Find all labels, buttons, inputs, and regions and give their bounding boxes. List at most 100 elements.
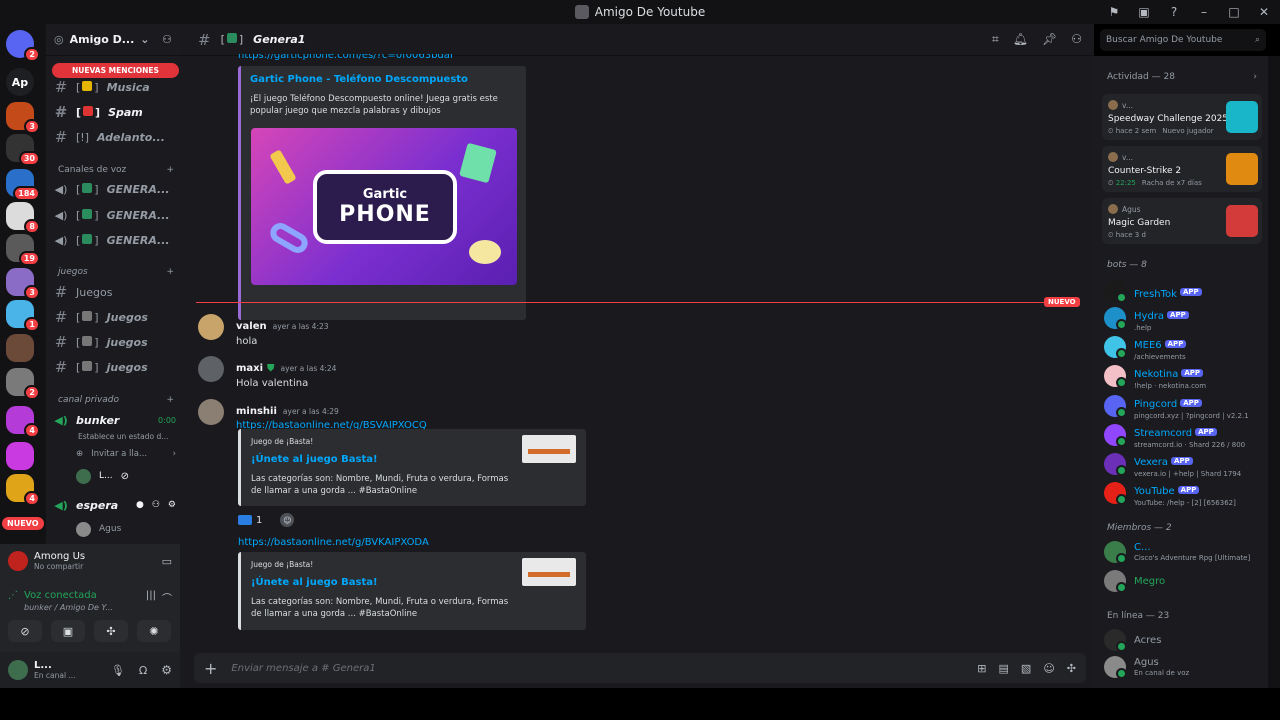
chevron-right-icon[interactable]: › (1253, 72, 1257, 82)
server-icon[interactable]: Ap (6, 68, 34, 96)
bot-member[interactable]: Vexera APP vexera.io | +help | Shard 1794 (1104, 450, 1264, 478)
server-icon[interactable]: 2 (6, 30, 40, 62)
activities-icon[interactable]: ✣ (94, 620, 128, 642)
server-icon[interactable]: 4 (6, 406, 40, 438)
server-icon[interactable]: 3 (6, 102, 40, 134)
add-member-icon[interactable]: ⚇ (162, 33, 172, 46)
headphones-icon[interactable]: Ω (139, 664, 147, 677)
threads-icon[interactable]: ⌗ (992, 32, 999, 47)
bot-member[interactable]: MEE6 APP/achievements (1104, 333, 1264, 361)
message-input[interactable]: Enviar mensaje a # Genera1 (231, 663, 963, 674)
activity-card[interactable]: v... Speedway Challenge 2025 ⏲ hace 2 sem N… (1102, 94, 1262, 140)
new-pill[interactable]: NUEVO (2, 517, 44, 530)
avatar[interactable] (8, 660, 28, 680)
add-channel-icon[interactable]: + (166, 395, 174, 405)
activity-card[interactable]: Agus Magic Garden ⏲ hace 3 d (1102, 198, 1262, 244)
server-icon[interactable]: 184 (6, 169, 40, 201)
bell-icon[interactable]: 🔔︎ (1013, 32, 1028, 47)
games-category[interactable]: juegos + (58, 267, 174, 277)
pin-icon[interactable]: 📌︎ (1042, 32, 1057, 47)
add-member-icon[interactable]: ⚇ (152, 500, 160, 510)
maximize-button[interactable]: □ (1226, 5, 1242, 19)
flag-reaction-icon[interactable] (238, 515, 252, 525)
voice-channel-2[interactable]: ◀) [] GENERA... (54, 204, 176, 226)
avatar[interactable] (198, 399, 224, 425)
voice-channel-1[interactable]: ◀) [] GENERA... (54, 178, 176, 200)
server-header[interactable]: ◎ Amigo D... ⌄ ⚇ (46, 24, 180, 56)
channel-adelantos[interactable]: # [!] Adelanto... (54, 126, 176, 148)
add-attachment-icon[interactable]: + (204, 659, 217, 678)
gear-icon[interactable]: ⚙ (168, 500, 176, 510)
embed-image[interactable]: Gartic PHONE (251, 128, 517, 285)
flag-icon[interactable]: ⚑ (1106, 5, 1122, 19)
soundboard-icon[interactable]: ✺ (137, 620, 171, 642)
bot-member[interactable]: Pingcord APP pingcord.xyz | ?pingcord | v2… (1104, 392, 1264, 420)
bot-member[interactable]: Hydra APP .help (1104, 304, 1264, 332)
add-channel-icon[interactable]: + (166, 267, 174, 277)
channel-musica[interactable]: # [] Musica (54, 76, 176, 98)
members-icon[interactable]: ⚇ (1071, 32, 1082, 47)
noise-icon[interactable]: ||| (146, 590, 156, 612)
message-link[interactable]: https://bastaonline.net/g/BVKAIPXODA (238, 537, 429, 548)
bot-member[interactable]: FreshTok APP (1104, 280, 1264, 303)
channel-juegos-3[interactable]: # [] juegos (54, 331, 176, 353)
embed-thumbnail[interactable] (522, 435, 576, 463)
message-author[interactable]: minshii (236, 406, 277, 417)
member[interactable]: Agus En canal de voz (1104, 656, 1264, 679)
voice-category[interactable]: Canales de voz + (58, 165, 174, 175)
channel-juegos-4[interactable]: # [] juegos (54, 356, 176, 378)
scrollbar[interactable] (1268, 56, 1280, 688)
minimize-button[interactable]: – (1196, 5, 1212, 19)
server-icon[interactable]: 8 (6, 202, 40, 234)
help-icon[interactable]: ? (1166, 5, 1182, 19)
screen-share-icon[interactable]: ▣ (51, 620, 85, 642)
server-icon[interactable]: 1 (6, 300, 40, 332)
channel-spam[interactable]: # [] Spam (54, 101, 176, 123)
server-icon[interactable]: 19 (6, 234, 40, 266)
avatar[interactable] (198, 314, 224, 340)
member[interactable]: C... Cisco's Adventure Rpg [Ultimate] (1104, 541, 1264, 564)
camera-off-icon[interactable]: ⊘ (8, 620, 42, 642)
add-reaction-icon[interactable]: ☺ (280, 513, 295, 527)
disconnect-icon[interactable]: ⌒ (162, 590, 172, 612)
private-category[interactable]: canal privado + (58, 395, 174, 405)
message-author[interactable]: maxi (236, 363, 263, 374)
voice-channel-3[interactable]: ◀) [] GENERA... (54, 229, 176, 251)
gif-icon[interactable]: ▤ (999, 662, 1009, 675)
voice-channel-espera[interactable]: ◀) espera ● ⚇ ⚙ (54, 494, 176, 516)
apps-icon[interactable]: ✣ (1067, 662, 1076, 675)
activity-panel[interactable]: Among Us No compartir ▭ (0, 544, 180, 578)
server-icon[interactable]: 4 (6, 474, 40, 506)
invite-button[interactable]: ⊕ Invitar a lla... › (76, 443, 176, 465)
close-button[interactable]: ✕ (1256, 5, 1272, 19)
bot-member[interactable]: YouTube APP YouTube: /help - [2] [656362] (1104, 479, 1264, 507)
embed-thumbnail[interactable] (522, 558, 576, 586)
server-icon[interactable] (6, 334, 34, 362)
voice-channel-name[interactable]: bunker / Amigo De Y... (24, 603, 113, 612)
server-icon[interactable]: 2 (6, 368, 40, 400)
server-icon[interactable]: 30 (6, 134, 40, 166)
channel-juegos-1[interactable]: # Juegos (54, 281, 176, 303)
gear-icon[interactable]: ⚙ (161, 663, 172, 677)
partial-link[interactable]: https://garticphone.com/es/?c=0f0063bdaf (238, 54, 453, 64)
bot-member[interactable]: Streamcord APP streamcord.io · Shard 226 /… (1104, 421, 1264, 449)
voice-member[interactable]: Agus (76, 518, 176, 540)
embed-title[interactable]: Gartic Phone - Teléfono Descompuesto (250, 74, 468, 85)
activity-card[interactable]: v... Counter-Strike 2 ⏲ 22:25 Racha de x7 d… (1102, 146, 1262, 192)
member[interactable]: Acres (1104, 629, 1264, 652)
server-icon[interactable]: 3 (6, 268, 40, 300)
microphone-icon[interactable]: 🎙︎ (111, 664, 125, 677)
bot-member[interactable]: Nekotina APP !help · nekotina.com (1104, 362, 1264, 390)
emoji-icon[interactable]: ☺ (1043, 662, 1054, 675)
chat-icon[interactable]: ● (136, 500, 144, 510)
sticker-icon[interactable]: ▧ (1021, 662, 1031, 675)
search-input[interactable]: Buscar Amigo De Youtube ⌕ (1100, 29, 1266, 51)
screen-icon[interactable]: ▣ (1136, 5, 1152, 19)
gift-icon[interactable]: ⊞ (977, 662, 986, 675)
server-icon[interactable] (6, 442, 34, 470)
screen-share-icon[interactable]: ▭ (162, 555, 172, 568)
message-author[interactable]: valen (236, 321, 267, 332)
member[interactable]: Megro (1104, 570, 1264, 593)
avatar[interactable] (198, 356, 224, 382)
voice-member[interactable]: L... ⊘ (76, 465, 176, 487)
